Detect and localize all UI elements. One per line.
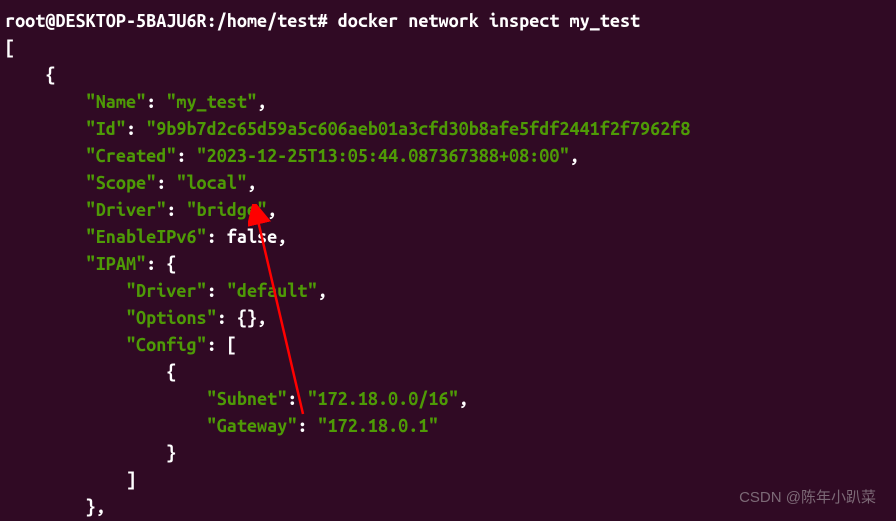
prompt-sep: : xyxy=(207,11,217,31)
json-open-bracket: [ xyxy=(5,35,891,62)
json-gateway: "Gateway": "172.18.0.1" xyxy=(5,413,891,440)
json-options: "Options": {}, xyxy=(5,305,891,332)
json-created: "Created": "2023-12-25T13:05:44.08736738… xyxy=(5,143,891,170)
terminal-output: root@DESKTOP-5BAJU6R:/home/test# docker … xyxy=(5,8,891,521)
json-enableipv6: "EnableIPv6": false, xyxy=(5,224,891,251)
command: docker network inspect my_test xyxy=(338,11,640,31)
prompt-symbol: # xyxy=(318,11,328,31)
json-open-brace: { xyxy=(5,62,891,89)
json-ipam: "IPAM": { xyxy=(5,251,891,278)
json-id: "Id": "9b9b7d2c65d59a5c606aeb01a3cfd30b8… xyxy=(5,116,891,143)
json-config-brace: { xyxy=(5,359,891,386)
json-name: "Name": "my_test", xyxy=(5,89,891,116)
json-subnet: "Subnet": "172.18.0.0/16", xyxy=(5,386,891,413)
json-scope: "Scope": "local", xyxy=(5,170,891,197)
json-ipam-driver: "Driver": "default", xyxy=(5,278,891,305)
json-driver: "Driver": "bridge", xyxy=(5,197,891,224)
watermark: CSDN @陈年小趴菜 xyxy=(739,487,876,510)
prompt-line: root@DESKTOP-5BAJU6R:/home/test# docker … xyxy=(5,8,891,35)
json-config: "Config": [ xyxy=(5,332,891,359)
json-config-close-brace: } xyxy=(5,440,891,467)
path: /home/test xyxy=(217,11,318,31)
user-host: root@DESKTOP-5BAJU6R xyxy=(5,11,207,31)
